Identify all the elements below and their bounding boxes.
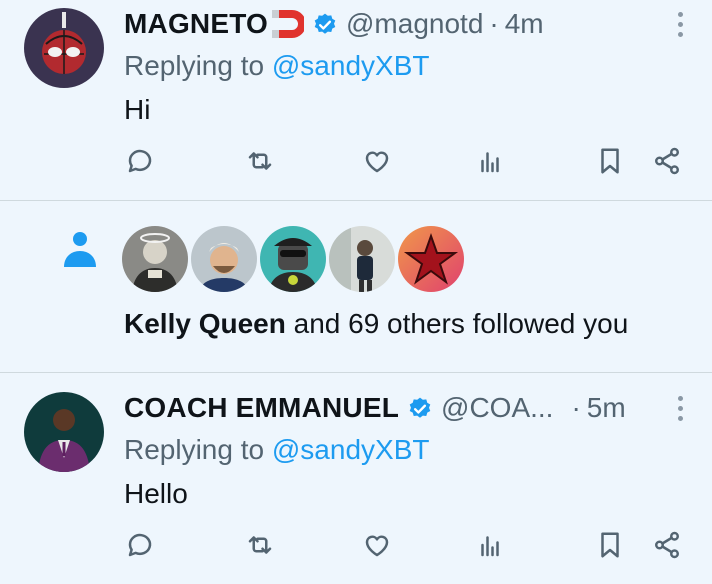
follower-avatars [122,226,467,292]
separator: · [571,392,581,423]
share-icon[interactable] [650,528,684,562]
follower-name[interactable]: Kelly Queen [124,308,286,339]
follower-avatar[interactable] [260,226,326,292]
person-icon [60,229,100,271]
tweet-text: Hi [124,94,151,125]
display-name[interactable]: COACH EMMANUEL [124,390,399,426]
display-name[interactable]: MAGNETO [124,6,268,42]
tweet-text: Hello [124,478,188,509]
verified-badge-icon [407,395,433,421]
user-handle[interactable]: @COA... [441,390,553,426]
views-icon[interactable] [473,528,507,562]
follower-avatar[interactable] [122,226,188,292]
tweet-header: COACH EMMANUEL @COA... · 5m [124,390,626,426]
verified-badge-icon [312,11,338,37]
mention-link[interactable]: @sandyXBT [272,50,430,81]
replying-to: Replying to @sandyXBT [124,432,429,468]
like-icon[interactable] [360,528,394,562]
views-icon[interactable] [473,144,507,178]
tweet-actions [0,144,712,184]
more-options-icon[interactable] [678,396,684,426]
replying-to: Replying to @sandyXBT [124,48,429,84]
separator: · [489,8,499,39]
magnet-icon [270,9,306,39]
replying-to-label: Replying to [124,434,272,465]
bookmark-icon[interactable] [593,144,627,178]
tweet-actions [0,528,712,568]
bookmark-icon[interactable] [593,528,627,562]
follow-summary[interactable]: Kelly Queen and 69 others followed you [124,306,628,342]
avatar[interactable] [24,8,104,88]
tweet-reply-coach-emmanuel[interactable]: COACH EMMANUEL @COA... · 5m Replying to … [0,372,712,584]
timestamp[interactable]: 4m [505,6,544,42]
follower-avatar[interactable] [191,226,257,292]
follower-avatar[interactable] [398,226,464,292]
follow-rest: and 69 others followed you [285,308,629,339]
repost-icon[interactable] [243,144,277,178]
replying-to-label: Replying to [124,50,272,81]
share-icon[interactable] [650,144,684,178]
avatar[interactable] [24,392,104,472]
like-icon[interactable] [360,144,394,178]
tweet-reply-magneto[interactable]: MAGNETO @magnotd · 4m Replying to @sandy… [0,0,712,200]
reply-icon[interactable] [123,528,157,562]
timestamp[interactable]: 5m [587,390,626,426]
more-options-icon[interactable] [678,12,684,42]
user-handle[interactable]: @magnotd [346,6,483,42]
tweet-header: MAGNETO @magnotd · 4m [124,6,544,42]
follower-avatar[interactable] [329,226,395,292]
reply-icon[interactable] [123,144,157,178]
repost-icon[interactable] [243,528,277,562]
mention-link[interactable]: @sandyXBT [272,434,430,465]
